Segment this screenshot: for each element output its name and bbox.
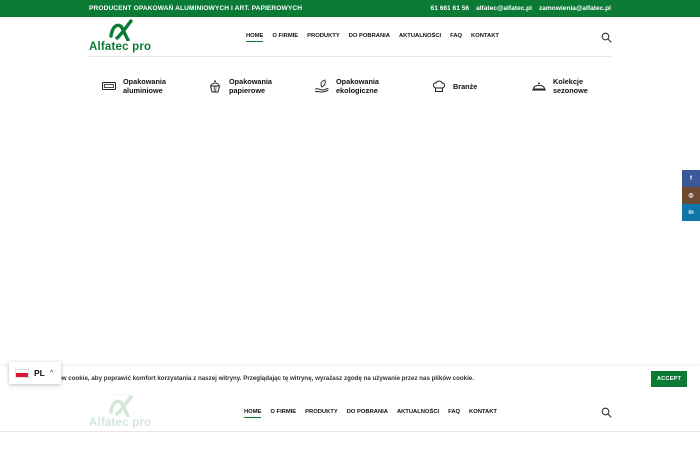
category-ekologiczne[interactable]: Opakowania ekologiczne	[314, 74, 379, 98]
nav-item-do-pobrania[interactable]: DO POBRANIA	[349, 33, 390, 42]
category-aluminiowe[interactable]: Opakowania aluminiowe	[101, 74, 166, 98]
logo-text: Alfatec pro	[89, 417, 152, 429]
sticky-logo[interactable]: Alfatec pro	[89, 395, 159, 431]
category-branze[interactable]: Branże	[431, 74, 477, 98]
instagram-icon[interactable]: ◎	[682, 187, 700, 204]
search-icon[interactable]	[601, 32, 612, 43]
cloche-icon	[532, 82, 546, 91]
nav-item-produkty[interactable]: PRODUKTY	[305, 409, 338, 418]
phone-link[interactable]: 61 661 61 56	[431, 5, 470, 12]
nav-item-aktualnosci[interactable]: AKTUALNOŚCI	[399, 33, 441, 42]
aluminium-tray-icon	[102, 82, 116, 90]
category-sublabel: papierowe	[229, 86, 266, 95]
nav-item-do-pobrania[interactable]: DO POBRANIA	[347, 409, 388, 418]
category-label: Kolekcje	[553, 77, 584, 86]
language-switcher[interactable]: PL ^	[9, 362, 61, 384]
sticky-header: Alfatec pro HOME O FIRMIE PRODUKTY DO PO…	[0, 394, 700, 432]
cookie-banner: ów cookie, aby poprawić komfort korzysta…	[0, 366, 700, 394]
category-label: Opakowania	[336, 77, 379, 86]
category-strip: Opakowania aluminiowe Opakowania papierowe…	[89, 74, 611, 98]
chef-hat-icon	[433, 80, 445, 92]
nav-item-faq[interactable]: FAQ	[450, 33, 462, 42]
header-divider	[89, 56, 611, 57]
email-link-zamowienia[interactable]: zamowienia@alfatec.pl	[539, 5, 611, 12]
category-sezonowe[interactable]: Kolekcje sezonowe	[531, 74, 588, 98]
top-bar-tagline: PRODUCENT OPAKOWAŃ ALUMINIOWYCH I ART. P…	[89, 5, 303, 12]
email-link-alfatec[interactable]: alfatec@alfatec.pl	[476, 5, 532, 12]
chevron-up-icon: ^	[49, 370, 54, 376]
social-sidebar: f ◎ in	[682, 170, 700, 221]
nav-item-home[interactable]: HOME	[246, 33, 264, 42]
top-bar-contacts: 61 661 61 56 alfatec@alfatec.pl zamowien…	[431, 5, 611, 12]
nav-item-faq[interactable]: FAQ	[448, 409, 460, 418]
category-sublabel: sezonowe	[553, 86, 588, 95]
nav-item-kontakt[interactable]: KONTAKT	[471, 33, 499, 42]
alfatec-alpha-logo-icon	[109, 19, 133, 41]
category-sublabel: aluminiowe	[123, 86, 163, 95]
alfatec-alpha-logo-icon	[109, 395, 133, 417]
site-logo[interactable]: Alfatec pro	[89, 19, 159, 56]
language-code: PL	[34, 368, 45, 378]
linkedin-icon[interactable]: in	[682, 204, 700, 221]
category-label: Branże	[453, 81, 478, 91]
category-papierowe[interactable]: Opakowania papierowe	[207, 74, 272, 98]
category-label: Opakowania	[229, 77, 272, 86]
search-icon[interactable]	[601, 407, 612, 418]
logo-text: Alfatec pro	[89, 41, 152, 53]
accept-cookies-button[interactable]: ACCEPT	[651, 371, 687, 387]
facebook-icon[interactable]: f	[682, 170, 700, 187]
main-nav: HOME O FIRMIE PRODUKTY DO POBRANIA AKTUA…	[246, 33, 499, 42]
cookie-text: ów cookie, aby poprawić komfort korzysta…	[58, 375, 474, 382]
cupcake-icon	[209, 80, 221, 93]
poland-flag-icon	[15, 368, 29, 378]
nav-item-home[interactable]: HOME	[244, 409, 262, 418]
nav-item-produkty[interactable]: PRODUKTY	[307, 33, 340, 42]
nav-item-o-firmie[interactable]: O FIRMIE	[272, 33, 298, 42]
nav-item-kontakt[interactable]: KONTAKT	[469, 409, 497, 418]
site-header: Alfatec pro HOME O FIRMIE PRODUKTY DO PO…	[0, 17, 700, 57]
category-label: Opakowania	[123, 77, 166, 86]
eco-hand-icon	[315, 79, 329, 93]
category-sublabel: ekologiczne	[336, 86, 378, 95]
nav-item-o-firmie[interactable]: O FIRMIE	[270, 409, 296, 418]
sticky-nav: HOME O FIRMIE PRODUKTY DO POBRANIA AKTUA…	[244, 409, 497, 418]
top-bar: PRODUCENT OPAKOWAŃ ALUMINIOWYCH I ART. P…	[0, 0, 700, 17]
nav-item-aktualnosci[interactable]: AKTUALNOŚCI	[397, 409, 439, 418]
